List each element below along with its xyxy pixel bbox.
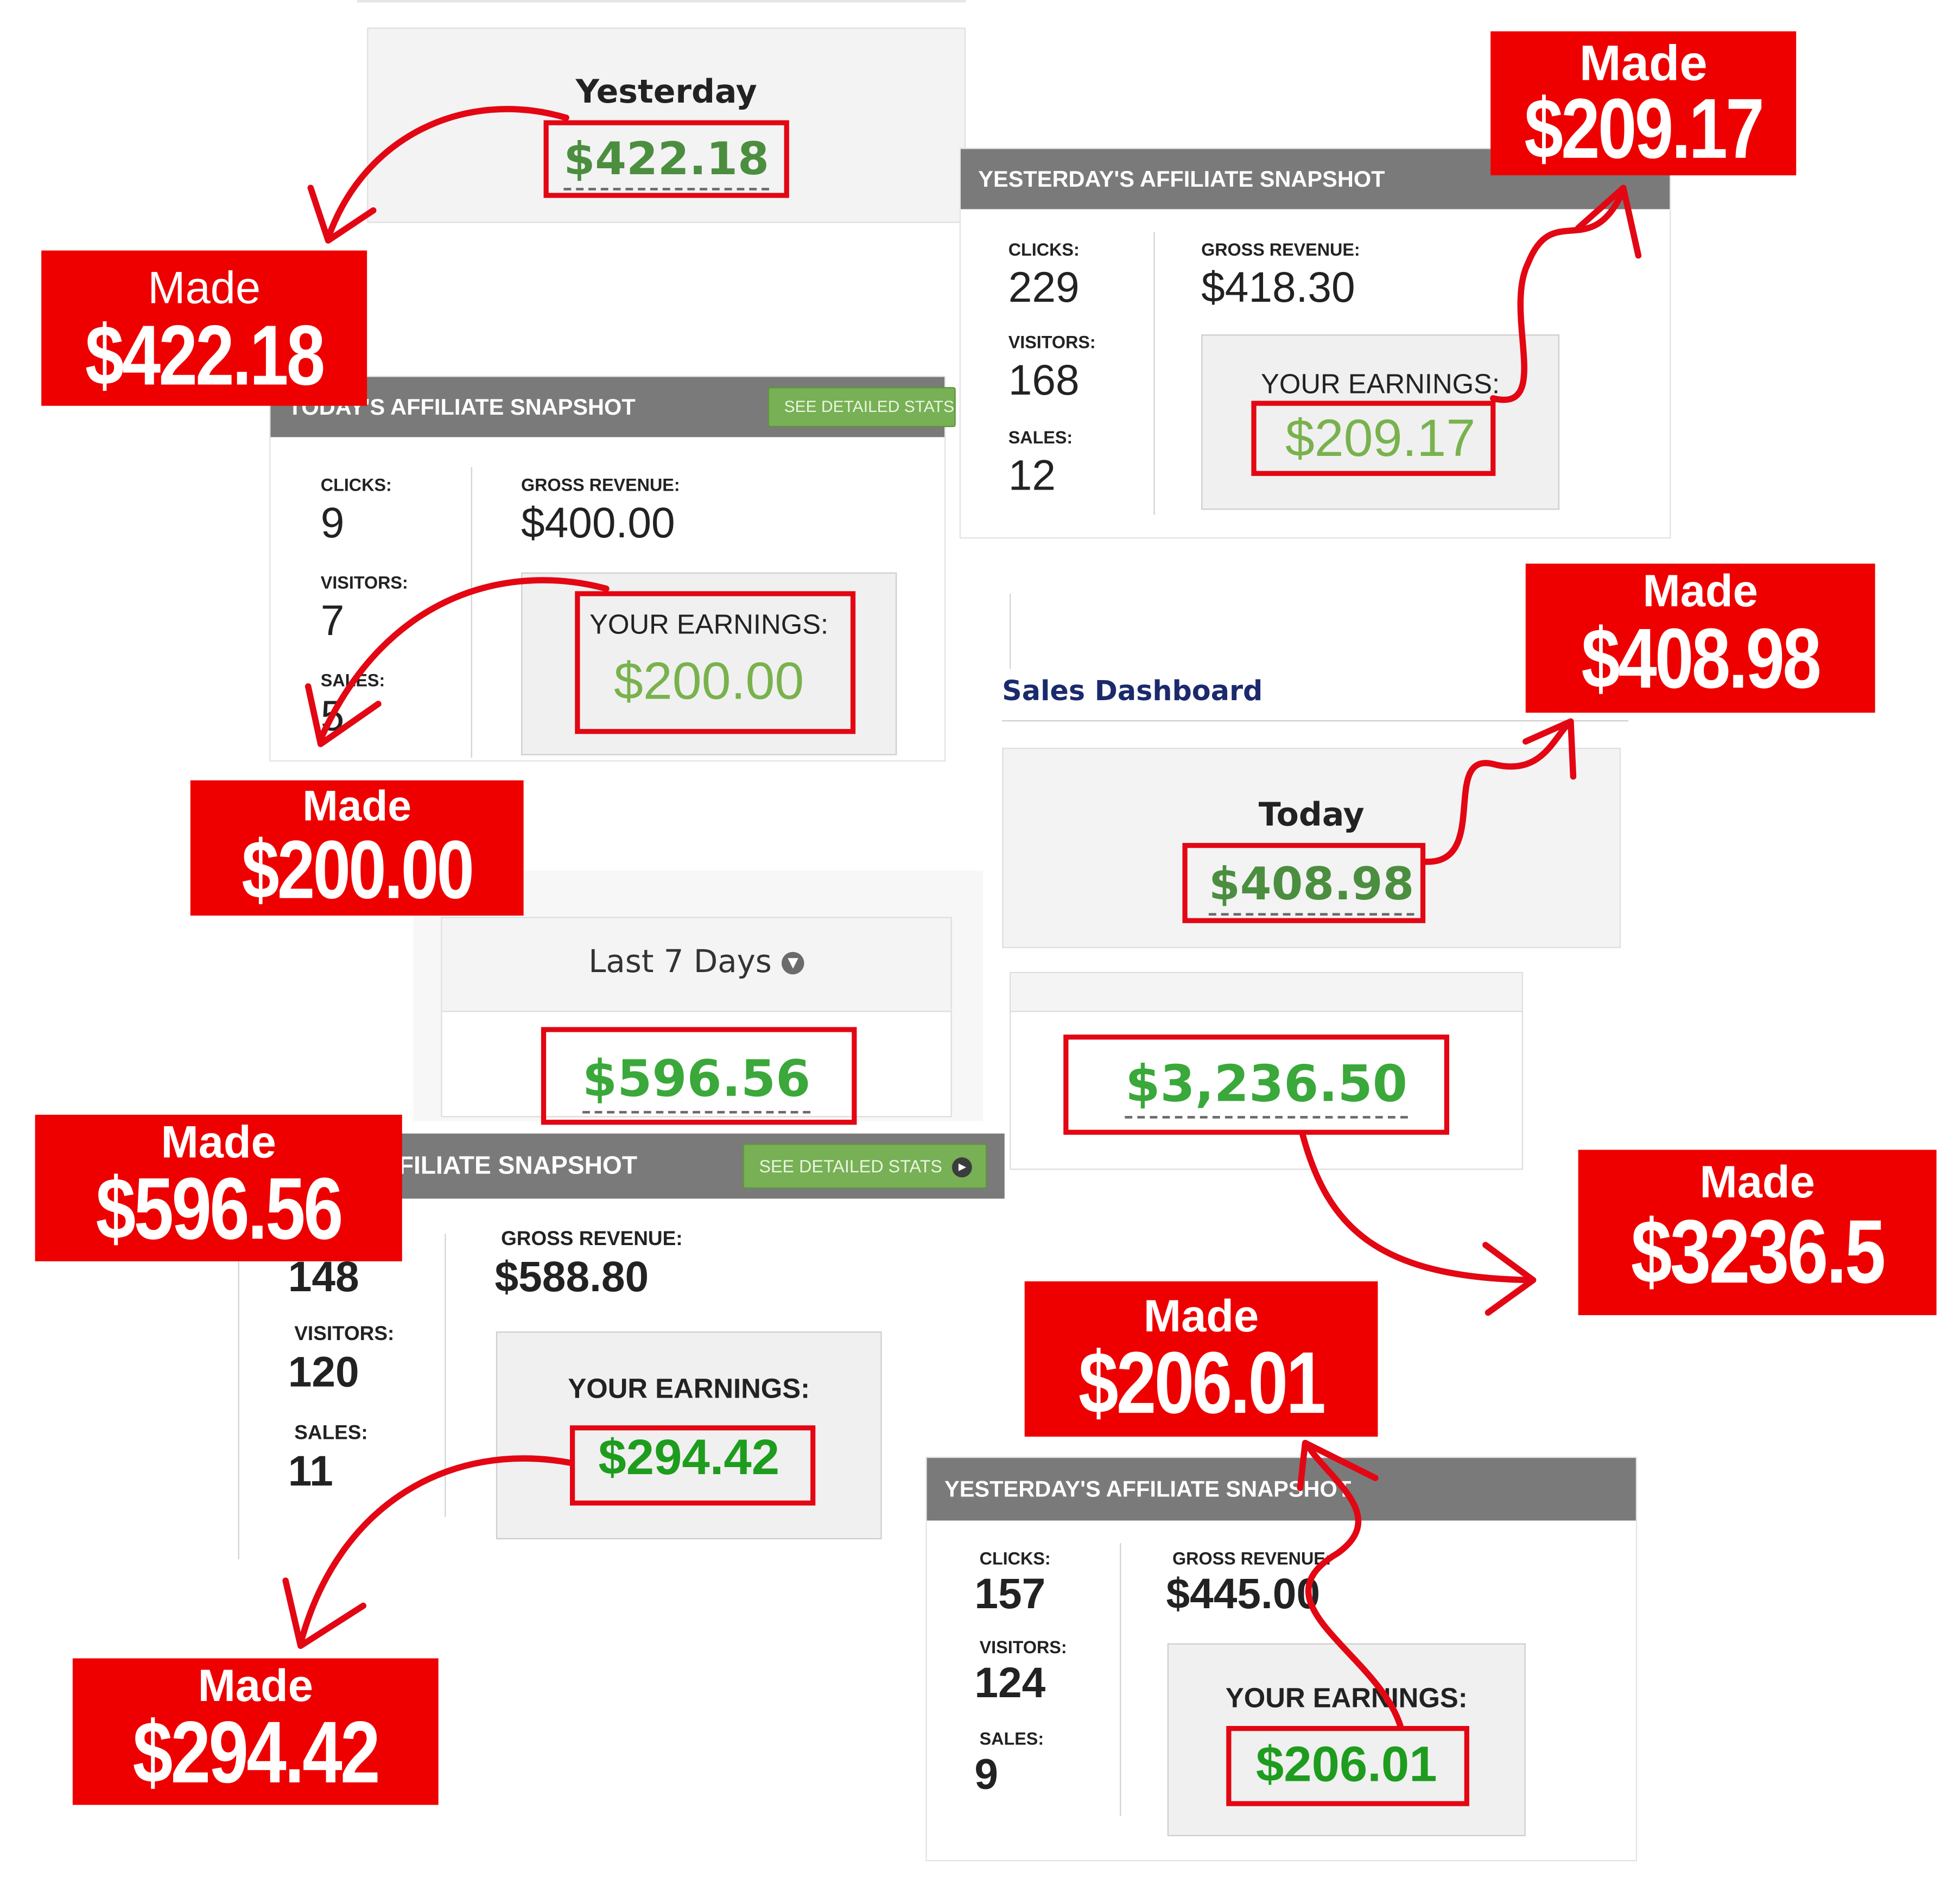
made-badge: Made $596.56	[35, 1114, 402, 1261]
made-amount: $3236.5	[1631, 1202, 1886, 1303]
made-label: Made	[148, 262, 261, 313]
made-badge: Made $408.98	[1525, 563, 1875, 713]
made-amount: $206.01	[1078, 1334, 1326, 1432]
made-label: Made	[161, 1116, 276, 1167]
made-badge: Made $206.01	[1024, 1281, 1378, 1437]
made-label: Made	[302, 783, 411, 830]
collage: Yesterday $422.18 TODAY'S AFFILIATE SNAP…	[0, 0, 1954, 1904]
made-badge: Made $422.18	[41, 250, 367, 406]
made-amount: $422.18	[85, 308, 325, 404]
curved-arrow-icon	[307, 185, 377, 244]
made-amount: $200.00	[242, 823, 474, 916]
made-label: Made	[1699, 1156, 1815, 1208]
made-label: Made	[1143, 1290, 1259, 1342]
made-label: Made	[198, 1659, 313, 1711]
curved-arrow-icon	[282, 1577, 366, 1649]
curved-arrow-icon	[1489, 187, 1627, 403]
curved-arrow-icon	[1299, 1131, 1534, 1284]
made-amount: $408.98	[1581, 611, 1821, 707]
curved-arrow-icon	[1575, 185, 1642, 259]
made-amount: $294.42	[132, 1703, 380, 1801]
made-amount: $209.17	[1524, 81, 1764, 176]
made-badge: Made $3236.5	[1578, 1150, 1937, 1316]
curved-arrow-icon	[297, 1455, 575, 1647]
made-label: Made	[1642, 564, 1758, 617]
made-badge: Made $200.00	[190, 780, 524, 916]
made-badge: Made $209.17	[1490, 31, 1797, 176]
curved-arrow-icon	[1422, 721, 1571, 865]
curved-arrow-icon	[1304, 1442, 1404, 1729]
made-amount: $596.56	[96, 1159, 344, 1258]
made-badge: Made $294.42	[72, 1658, 439, 1805]
